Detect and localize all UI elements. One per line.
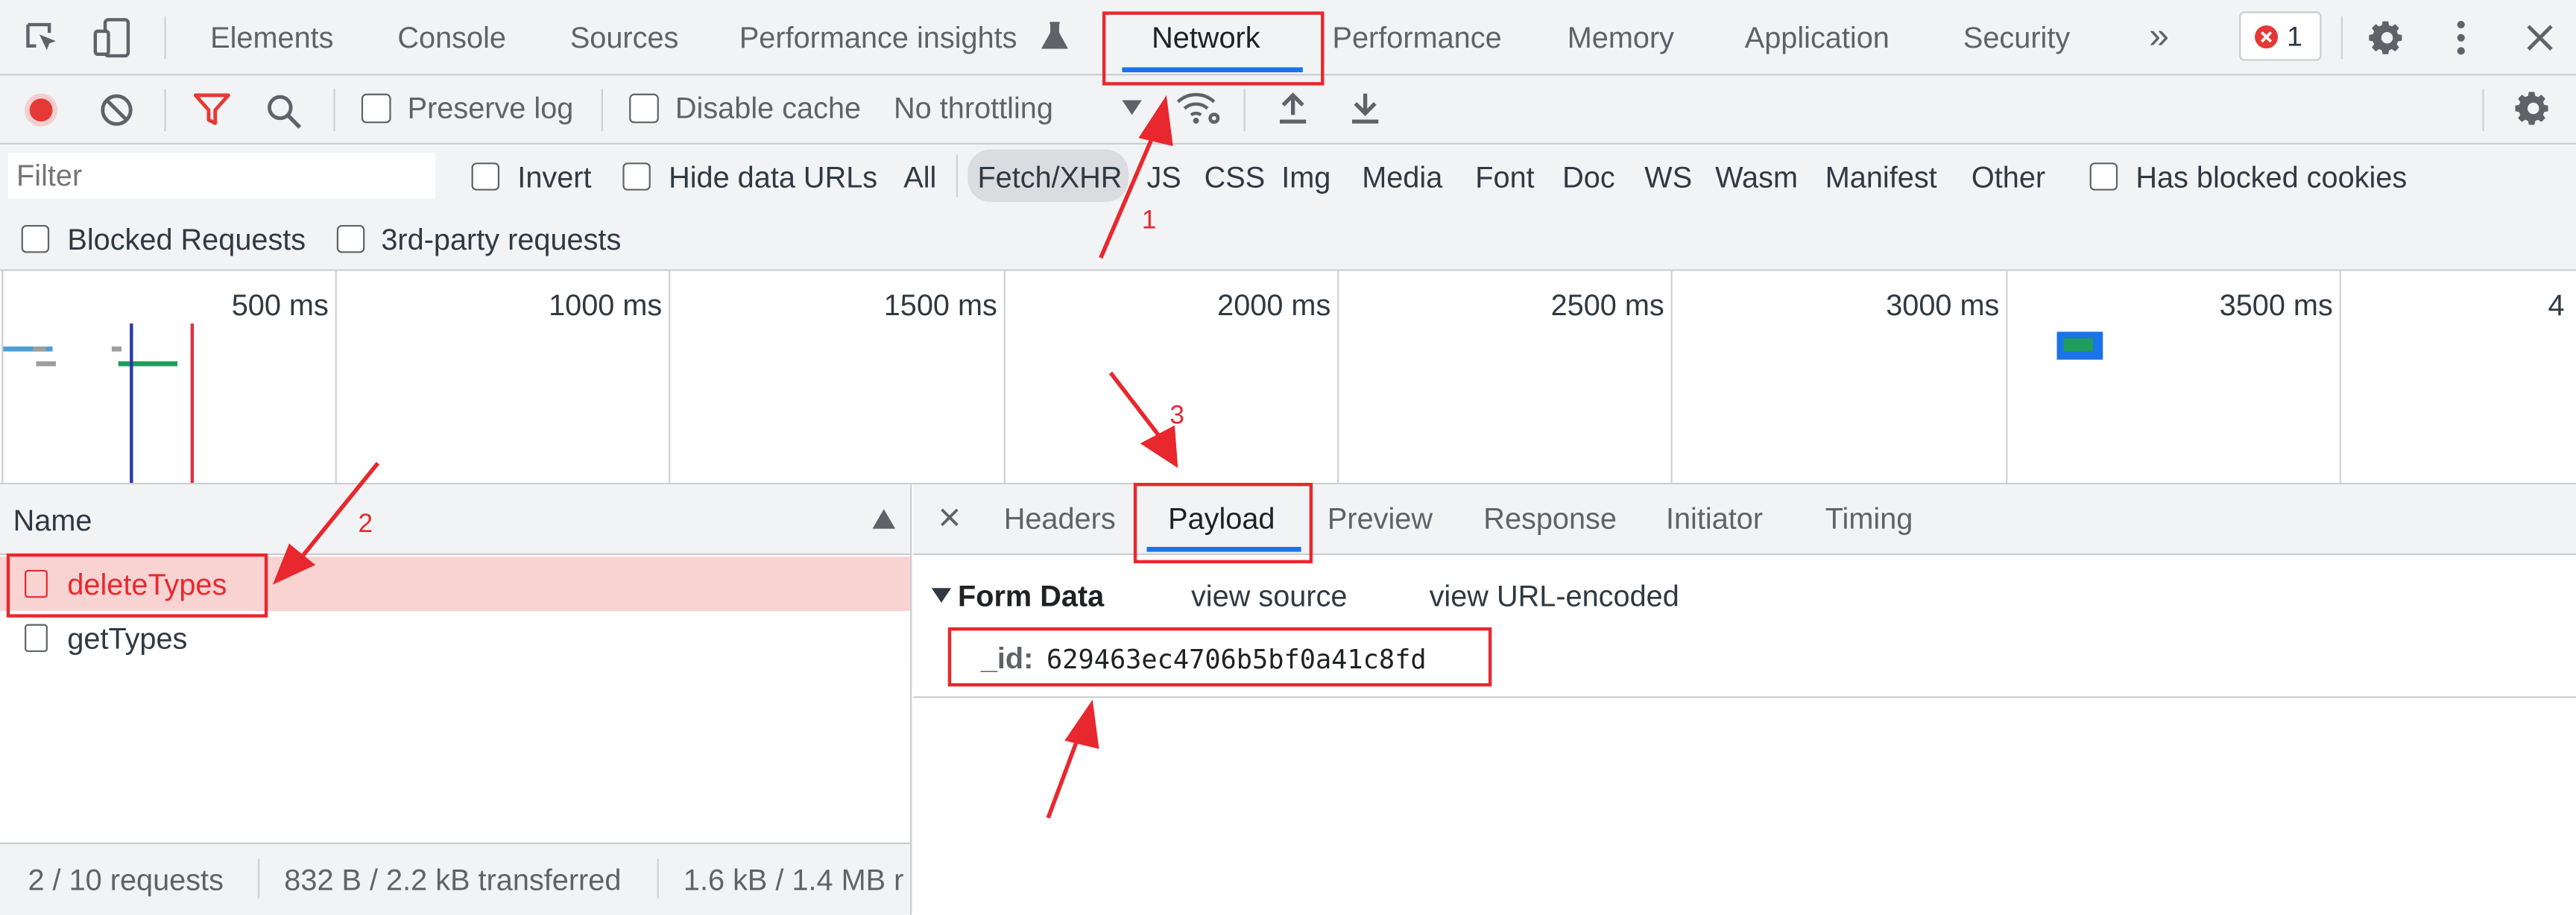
annotation-label-1: 1 [1141, 206, 1157, 235]
annotation-label-2: 2 [358, 510, 373, 539]
annotation-arrows [272, 95, 1178, 819]
annotation-label-3: 3 [1169, 402, 1184, 431]
